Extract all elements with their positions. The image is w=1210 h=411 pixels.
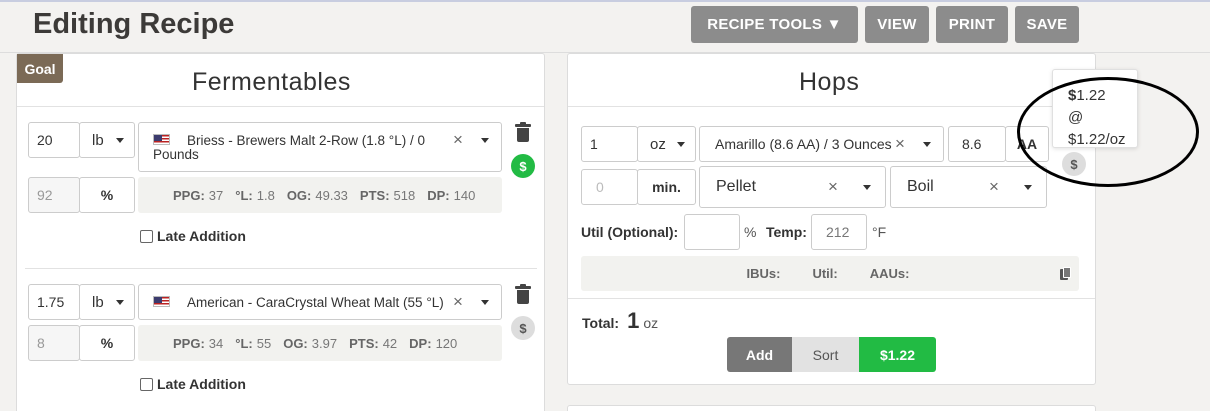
checkbox-icon: [140, 377, 153, 391]
fermentable-2-name-select[interactable]: American - CaraCrystal Wheat Malt (55 °L…: [138, 284, 502, 320]
recipe-tools-button[interactable]: RECIPE TOOLS ▼: [691, 6, 858, 43]
fermentable-1-name-select[interactable]: Briess - Brewers Malt 2-Row (1.8 °L) / 0…: [138, 122, 502, 172]
chevron-down-icon: [481, 138, 489, 143]
fermentable-1-percent-input[interactable]: 92: [28, 177, 80, 213]
util-input[interactable]: [684, 214, 740, 250]
hops-total: Total: 1 oz: [582, 308, 659, 333]
hop-time-input[interactable]: 0: [581, 169, 638, 205]
fermentables-title-divider: [17, 106, 544, 107]
print-button[interactable]: PRINT: [936, 6, 1008, 43]
hop-aa-input[interactable]: 8.6: [948, 126, 1006, 162]
temp-unit: °F: [872, 224, 887, 240]
hops-price-button[interactable]: $1.22: [859, 337, 936, 372]
page-title: Editing Recipe: [33, 8, 235, 40]
util-stat-label: Util:: [812, 266, 838, 281]
fermentable-2-stats: PPG: 34 °L: 55 OG: 3.97 PTS: 42 DP: 120: [138, 325, 502, 361]
fermentable-1-stats: PPG: 37 °L: 1.8 OG: 49.33 PTS: 518 DP: 140: [138, 177, 502, 213]
hops-title-divider: [568, 106, 1095, 107]
hops-title: Hops: [799, 68, 860, 96]
hop-stats: IBUs: Util: AAUs:: [581, 256, 1079, 291]
hop-use-select[interactable]: Boil ×: [890, 166, 1047, 208]
hops-footer-divider: [568, 298, 1095, 299]
util-label: Util (Optional):: [581, 224, 679, 240]
fermentable-1-name: Briess - Brewers Malt 2-Row (1.8 °L) / 0…: [153, 133, 425, 162]
chevron-down-icon: [481, 300, 489, 305]
fermentable-2-unit-select[interactable]: lb: [79, 284, 135, 320]
fermentable-2-late-addition-checkbox[interactable]: Late Addition: [140, 376, 246, 392]
fermentable-2-percent-symbol: %: [79, 325, 135, 361]
hop-name: Amarillo (8.6 AA) / 3 Ounces: [715, 136, 892, 152]
add-hop-button[interactable]: Add: [727, 337, 792, 372]
fermentable-divider: [25, 268, 537, 269]
chevron-down-icon: [116, 300, 124, 305]
fermentable-2-unit-value: lb: [92, 293, 104, 311]
fermentable-1-trash-icon[interactable]: [515, 122, 531, 142]
clear-icon[interactable]: ×: [895, 134, 905, 154]
chevron-down-icon: [923, 142, 931, 147]
fermentable-2-price-icon[interactable]: $: [511, 316, 535, 340]
fermentable-2-percent-input[interactable]: 8: [28, 325, 80, 361]
hop-name-select[interactable]: Amarillo (8.6 AA) / 3 Ounces ×: [699, 126, 944, 162]
goal-tab[interactable]: Goal: [17, 54, 63, 83]
hop-time-unit: min.: [637, 169, 696, 205]
sort-hops-button[interactable]: Sort: [792, 337, 859, 372]
clear-icon[interactable]: ×: [453, 130, 463, 150]
hop-amount-input[interactable]: 1: [581, 126, 638, 162]
util-percent-symbol: %: [744, 224, 757, 240]
checkbox-icon: [140, 229, 153, 243]
hop-unit-value: oz: [650, 135, 666, 153]
chevron-down-icon: [116, 138, 124, 143]
fermentable-1-unit-select[interactable]: lb: [79, 122, 135, 158]
clear-icon[interactable]: ×: [989, 177, 999, 197]
chevron-down-icon: [863, 185, 871, 190]
next-panel: [567, 405, 1096, 411]
temp-label: Temp:: [766, 224, 807, 240]
save-button[interactable]: SAVE: [1015, 6, 1079, 43]
hop-form-value: Pellet: [716, 178, 757, 195]
fermentable-1-price-icon[interactable]: $: [511, 154, 535, 178]
ibus-label: IBUs:: [746, 266, 781, 281]
fermentable-1-unit-value: lb: [92, 131, 104, 149]
clear-icon[interactable]: ×: [828, 177, 838, 197]
fermentable-1-amount-input[interactable]: 20: [28, 122, 80, 158]
copy-icon[interactable]: [1060, 267, 1071, 280]
fermentable-1-percent-symbol: %: [79, 177, 135, 213]
hop-use-value: Boil: [907, 178, 934, 195]
hops-total-value: 1: [627, 308, 640, 333]
fermentable-2-name: American - CaraCrystal Wheat Malt (55 °L…: [187, 295, 444, 310]
hop-unit-select[interactable]: oz: [637, 126, 696, 162]
fermentables-title: Fermentables: [192, 68, 351, 96]
view-button[interactable]: VIEW: [865, 6, 929, 43]
clear-icon[interactable]: ×: [453, 292, 463, 312]
aaus-label: AAUs:: [869, 266, 910, 281]
chevron-down-icon: [1024, 185, 1032, 190]
chevron-down-icon: [677, 142, 685, 147]
fermentable-1-late-addition-checkbox[interactable]: Late Addition: [140, 228, 246, 244]
fermentable-2-amount-input[interactable]: 1.75: [28, 284, 80, 320]
us-flag-icon: [153, 296, 170, 307]
annotation-ellipse: [1017, 77, 1199, 187]
hop-form-select[interactable]: Pellet ×: [699, 166, 886, 208]
fermentable-2-trash-icon[interactable]: [515, 284, 531, 304]
temp-input[interactable]: 212: [811, 214, 867, 250]
